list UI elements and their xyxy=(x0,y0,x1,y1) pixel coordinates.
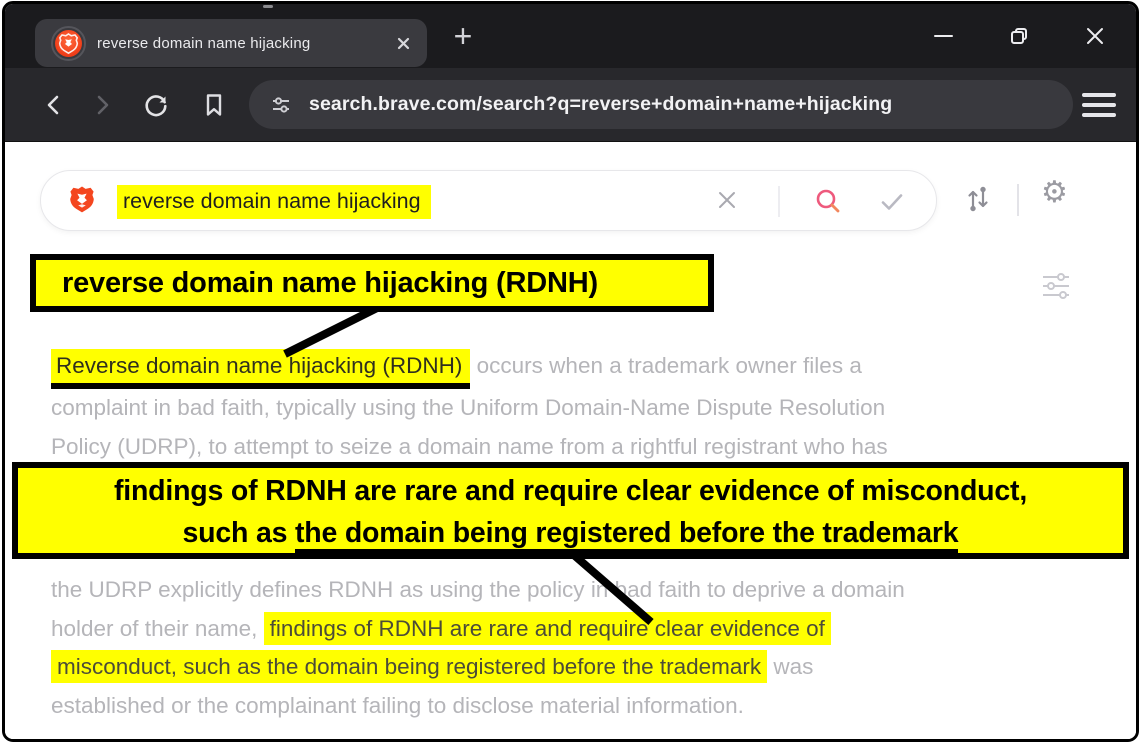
new-tab-button[interactable]: + xyxy=(443,14,483,58)
annotation-callout-1: reverse domain name hijacking (RDNH) xyxy=(30,254,714,312)
title-bar: reverse domain name hijacking + xyxy=(5,4,1136,68)
para1-line2: complaint in bad faith, typically using … xyxy=(51,389,888,428)
tab-title: reverse domain name hijacking xyxy=(97,35,388,52)
site-controls-icon[interactable] xyxy=(269,93,293,117)
search-icon[interactable] xyxy=(814,187,842,215)
window-drag-notch xyxy=(263,5,273,8)
check-icon[interactable] xyxy=(879,189,905,215)
close-window-button[interactable] xyxy=(1080,21,1110,51)
callout1-text: reverse domain name hijacking (RDNH) xyxy=(62,267,598,300)
browser-window: reverse domain name hijacking + xyxy=(2,1,1139,742)
para1-line3: Policy (UDRP), to attempt to seize a dom… xyxy=(51,428,888,467)
toolbar-divider xyxy=(1017,184,1019,216)
annotation-callout-2: findings of RDNH are rare and require cl… xyxy=(12,462,1129,559)
brave-favicon-icon xyxy=(55,30,82,57)
callout2-underlined-text: the domain being registered before the t… xyxy=(295,517,958,553)
highlighted-term: Reverse domain name hijacking (RDNH) xyxy=(51,349,470,389)
para1-line1: Reverse domain name hijacking (RDNH) occ… xyxy=(51,347,888,389)
nav-bar: search.brave.com/search?q=reverse+domain… xyxy=(5,68,1136,142)
minimize-button[interactable] xyxy=(928,21,958,51)
restore-button[interactable] xyxy=(1004,21,1034,51)
search-box[interactable]: reverse domain name hijacking xyxy=(40,170,937,231)
callout2-line2: such as the domain being registered befo… xyxy=(18,512,1123,554)
para2-line4: established or the complainant failing t… xyxy=(51,687,905,726)
filter-sliders-icon[interactable] xyxy=(1037,269,1075,303)
menu-button[interactable] xyxy=(1082,91,1116,119)
para2-line3: misconduct, such as the domain being reg… xyxy=(51,648,905,687)
swap-vertical-icon[interactable] xyxy=(963,184,993,214)
brave-logo-icon xyxy=(65,184,99,218)
back-button[interactable] xyxy=(39,90,69,120)
search-query[interactable]: reverse domain name hijacking xyxy=(117,185,431,219)
highlighted-passage: misconduct, such as the domain being reg… xyxy=(51,650,767,683)
url-text[interactable]: search.brave.com/search?q=reverse+domain… xyxy=(309,93,892,116)
page-content: reverse domain name hijacking xyxy=(5,142,1136,739)
answer-paragraph-2: the UDRP explicitly defines RDNH as usin… xyxy=(51,571,905,725)
bookmark-icon[interactable] xyxy=(199,90,229,120)
para2-line1: the UDRP explicitly defines RDNH as usin… xyxy=(51,571,905,610)
reload-button[interactable] xyxy=(141,90,171,120)
tab-close-icon[interactable] xyxy=(396,36,411,51)
callout2-line1: findings of RDNH are rare and require cl… xyxy=(18,470,1123,512)
clear-query-icon[interactable] xyxy=(715,188,739,212)
highlighted-passage: findings of RDNH are rare and require cl… xyxy=(264,612,831,645)
settings-gear-icon[interactable]: ⚙ xyxy=(1041,178,1068,208)
url-bar[interactable]: search.brave.com/search?q=reverse+domain… xyxy=(249,80,1073,129)
answer-paragraph-1: Reverse domain name hijacking (RDNH) occ… xyxy=(51,347,888,466)
window-controls xyxy=(928,18,1110,54)
browser-tab[interactable]: reverse domain name hijacking xyxy=(35,19,427,67)
para2-line2: holder of their name, findings of RDNH a… xyxy=(51,610,905,649)
search-divider xyxy=(778,186,780,217)
forward-button[interactable] xyxy=(87,90,117,120)
